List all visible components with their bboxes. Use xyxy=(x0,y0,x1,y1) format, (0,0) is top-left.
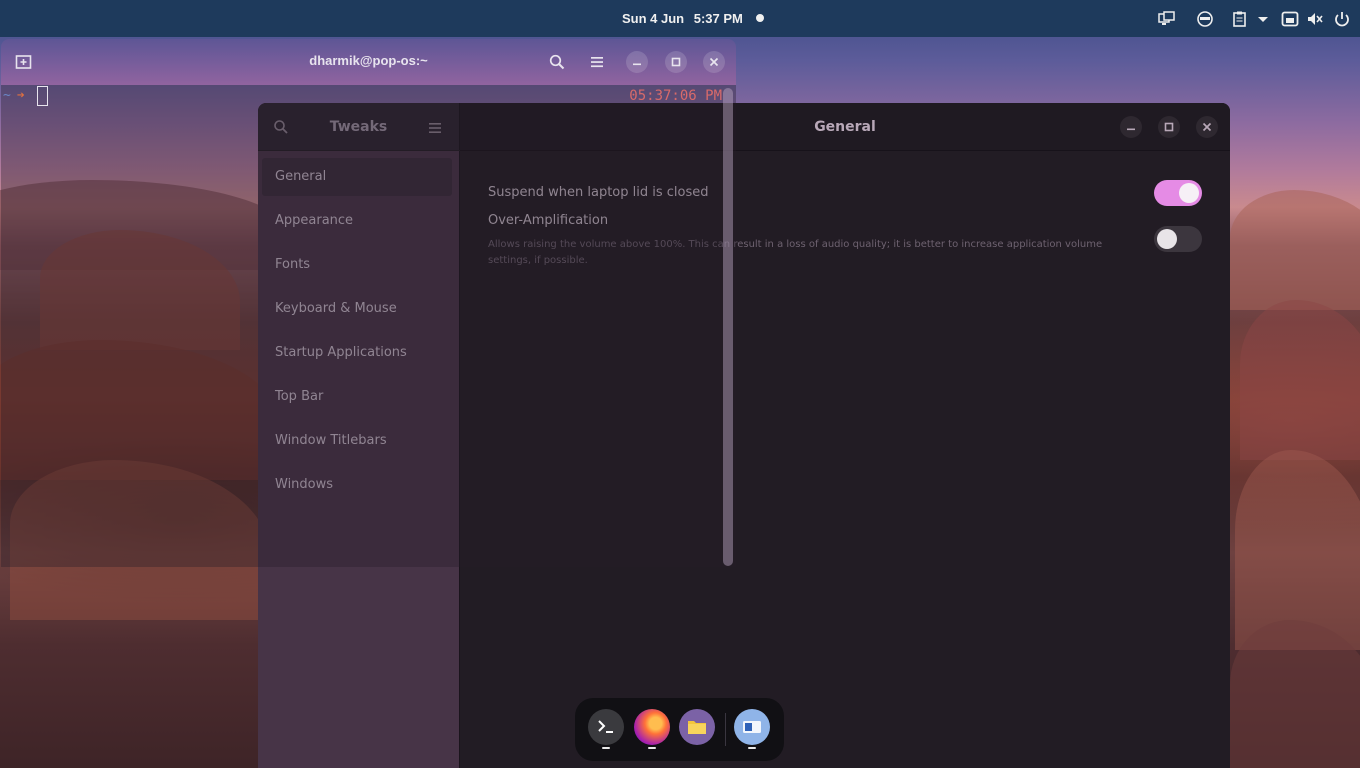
over-amplification-toggle[interactable] xyxy=(1154,226,1202,252)
maximize-icon xyxy=(671,57,681,67)
clipboard-icon[interactable] xyxy=(1231,10,1249,28)
toggle-knob xyxy=(1179,183,1199,203)
minimize-button[interactable] xyxy=(626,51,648,73)
volume-muted-icon[interactable] xyxy=(1306,10,1324,28)
maximize-button[interactable] xyxy=(665,51,687,73)
date-label: Sun 4 Jun xyxy=(622,11,685,26)
dock xyxy=(575,698,784,761)
face-icon[interactable] xyxy=(1196,10,1214,28)
suspend-lid-toggle[interactable] xyxy=(1154,180,1202,206)
chevron-down-icon[interactable] xyxy=(1254,10,1272,28)
menu-icon xyxy=(591,57,603,68)
terminal-body[interactable] xyxy=(1,85,736,567)
time-label: 5:37 PM xyxy=(693,11,743,26)
search-icon xyxy=(549,54,565,70)
dock-separator xyxy=(725,713,726,746)
date-time-button[interactable]: Sun 4 Jun 5:37 PM xyxy=(622,11,749,26)
menu-button[interactable] xyxy=(586,51,608,73)
canyon-ridge xyxy=(1230,620,1360,768)
terminal-prompt: ~ ➔ xyxy=(3,88,25,103)
search-button[interactable] xyxy=(546,51,568,73)
display-switch-icon[interactable] xyxy=(1158,10,1176,28)
toggle-knob xyxy=(1157,229,1177,249)
close-icon xyxy=(709,57,719,67)
maximize-button[interactable] xyxy=(1158,116,1180,138)
minimize-button[interactable] xyxy=(1120,116,1142,138)
canyon-ridge xyxy=(1230,190,1360,310)
terminal-scrollbar[interactable] xyxy=(723,88,733,566)
close-button[interactable] xyxy=(1196,116,1218,138)
close-button[interactable] xyxy=(703,51,725,73)
terminal-titlebar: dharmik@pop-os:~ xyxy=(1,39,736,85)
running-indicator xyxy=(602,747,610,749)
prompt-arrow-icon: ➔ xyxy=(16,88,25,103)
terminal-clock: 05:37:06 PM xyxy=(629,88,722,104)
terminal-cursor xyxy=(37,86,48,106)
power-icon[interactable] xyxy=(1333,10,1351,28)
firefox-icon[interactable] xyxy=(634,709,670,745)
tweaks-icon[interactable] xyxy=(734,709,770,745)
terminal-window: dharmik@pop-os:~ ~ ➔ 05:37:06 PM xyxy=(1,39,736,567)
minimize-icon xyxy=(633,63,641,66)
canyon-ridge xyxy=(1240,300,1360,460)
notification-dot-icon xyxy=(756,14,764,22)
prompt-dir: ~ xyxy=(3,88,11,103)
maximize-icon xyxy=(1164,122,1174,132)
minimize-icon xyxy=(1127,128,1135,131)
network-icon[interactable] xyxy=(1281,10,1299,28)
terminal-icon[interactable] xyxy=(588,709,624,745)
running-indicator xyxy=(748,747,756,749)
top-bar: Sun 4 Jun 5:37 PM xyxy=(0,0,1360,37)
files-icon[interactable] xyxy=(679,709,715,745)
desktop-wallpaper: Sun 4 Jun 5:37 PM Tweaks General General… xyxy=(0,0,1360,768)
close-icon xyxy=(1202,122,1212,132)
running-indicator xyxy=(648,747,656,749)
